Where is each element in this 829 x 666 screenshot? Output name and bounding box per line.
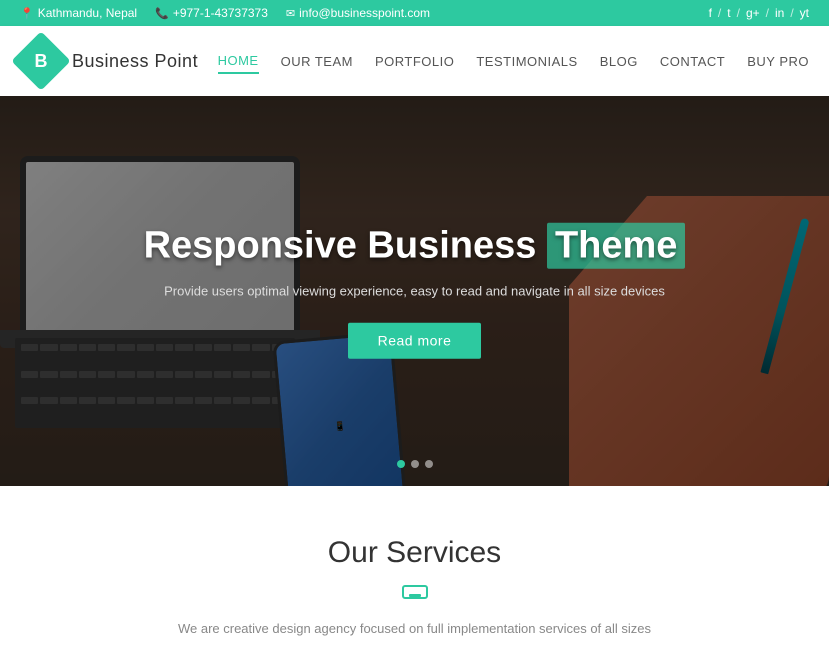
- hero-dots: [397, 460, 433, 468]
- hero-title: Responsive Business Theme: [115, 224, 715, 270]
- logo[interactable]: B Business Point: [20, 40, 198, 82]
- social-gplus[interactable]: g+: [746, 6, 760, 20]
- email-text: info@businesspoint.com: [299, 6, 430, 20]
- sep1: /: [718, 6, 721, 20]
- social-instagram[interactable]: yt: [800, 6, 809, 20]
- top-bar: 📍 Kathmandu, Nepal 📞 +977-1-43737373 ✉ i…: [0, 0, 829, 26]
- email-icon: ✉: [286, 7, 295, 20]
- social-facebook[interactable]: f: [709, 6, 712, 20]
- top-bar-left: 📍 Kathmandu, Nepal 📞 +977-1-43737373 ✉ i…: [20, 6, 430, 20]
- location-text: Kathmandu, Nepal: [38, 6, 137, 20]
- logo-diamond: B: [11, 31, 70, 90]
- nav-testimonials[interactable]: TESTIMONIALS: [476, 50, 577, 73]
- nav-buy-pro[interactable]: BUY PRO: [747, 50, 809, 73]
- nav-our-team[interactable]: OUR TEAM: [281, 50, 353, 73]
- nav-home[interactable]: HOME: [218, 49, 259, 74]
- sep2: /: [737, 6, 740, 20]
- hero-cta-button[interactable]: Read more: [348, 322, 482, 358]
- logo-letter: B: [35, 51, 48, 72]
- hero-dot-3[interactable]: [425, 460, 433, 468]
- phone-item[interactable]: 📞 +977-1-43737373: [155, 6, 268, 20]
- hero-title-highlight: Theme: [547, 223, 685, 269]
- sep3: /: [766, 6, 769, 20]
- social-twitter[interactable]: t: [727, 6, 730, 20]
- location-item: 📍 Kathmandu, Nepal: [20, 6, 137, 20]
- header: B Business Point HOME OUR TEAM PORTFOLIO…: [0, 26, 829, 96]
- email-item[interactable]: ✉ info@businesspoint.com: [286, 6, 430, 20]
- logo-text: Business Point: [72, 51, 198, 72]
- nav-blog[interactable]: BLOG: [600, 50, 638, 73]
- services-section: Our Services We are creative design agen…: [0, 486, 829, 666]
- services-title: Our Services: [20, 536, 809, 570]
- hero-section: 📱 Responsive Business Theme Provide user…: [0, 96, 829, 486]
- sep4: /: [790, 6, 793, 20]
- social-links: f / t / g+ / in / yt: [709, 6, 809, 20]
- hero-subtitle: Provide users optimal viewing experience…: [115, 283, 715, 298]
- services-subtitle: We are creative design agency focused on…: [165, 621, 665, 636]
- main-nav: HOME OUR TEAM PORTFOLIO TESTIMONIALS BLO…: [218, 49, 809, 74]
- hero-content: Responsive Business Theme Provide users …: [115, 224, 715, 359]
- nav-portfolio[interactable]: PORTFOLIO: [375, 50, 454, 73]
- nav-contact[interactable]: CONTACT: [660, 50, 725, 73]
- location-icon: 📍: [20, 7, 34, 20]
- services-divider: [20, 582, 809, 607]
- hero-dot-1[interactable]: [397, 460, 405, 468]
- phone-icon: 📞: [155, 7, 169, 20]
- hero-dot-2[interactable]: [411, 460, 419, 468]
- social-linkedin[interactable]: in: [775, 6, 784, 20]
- phone-text: +977-1-43737373: [173, 6, 268, 20]
- services-divider-icon: [401, 582, 429, 607]
